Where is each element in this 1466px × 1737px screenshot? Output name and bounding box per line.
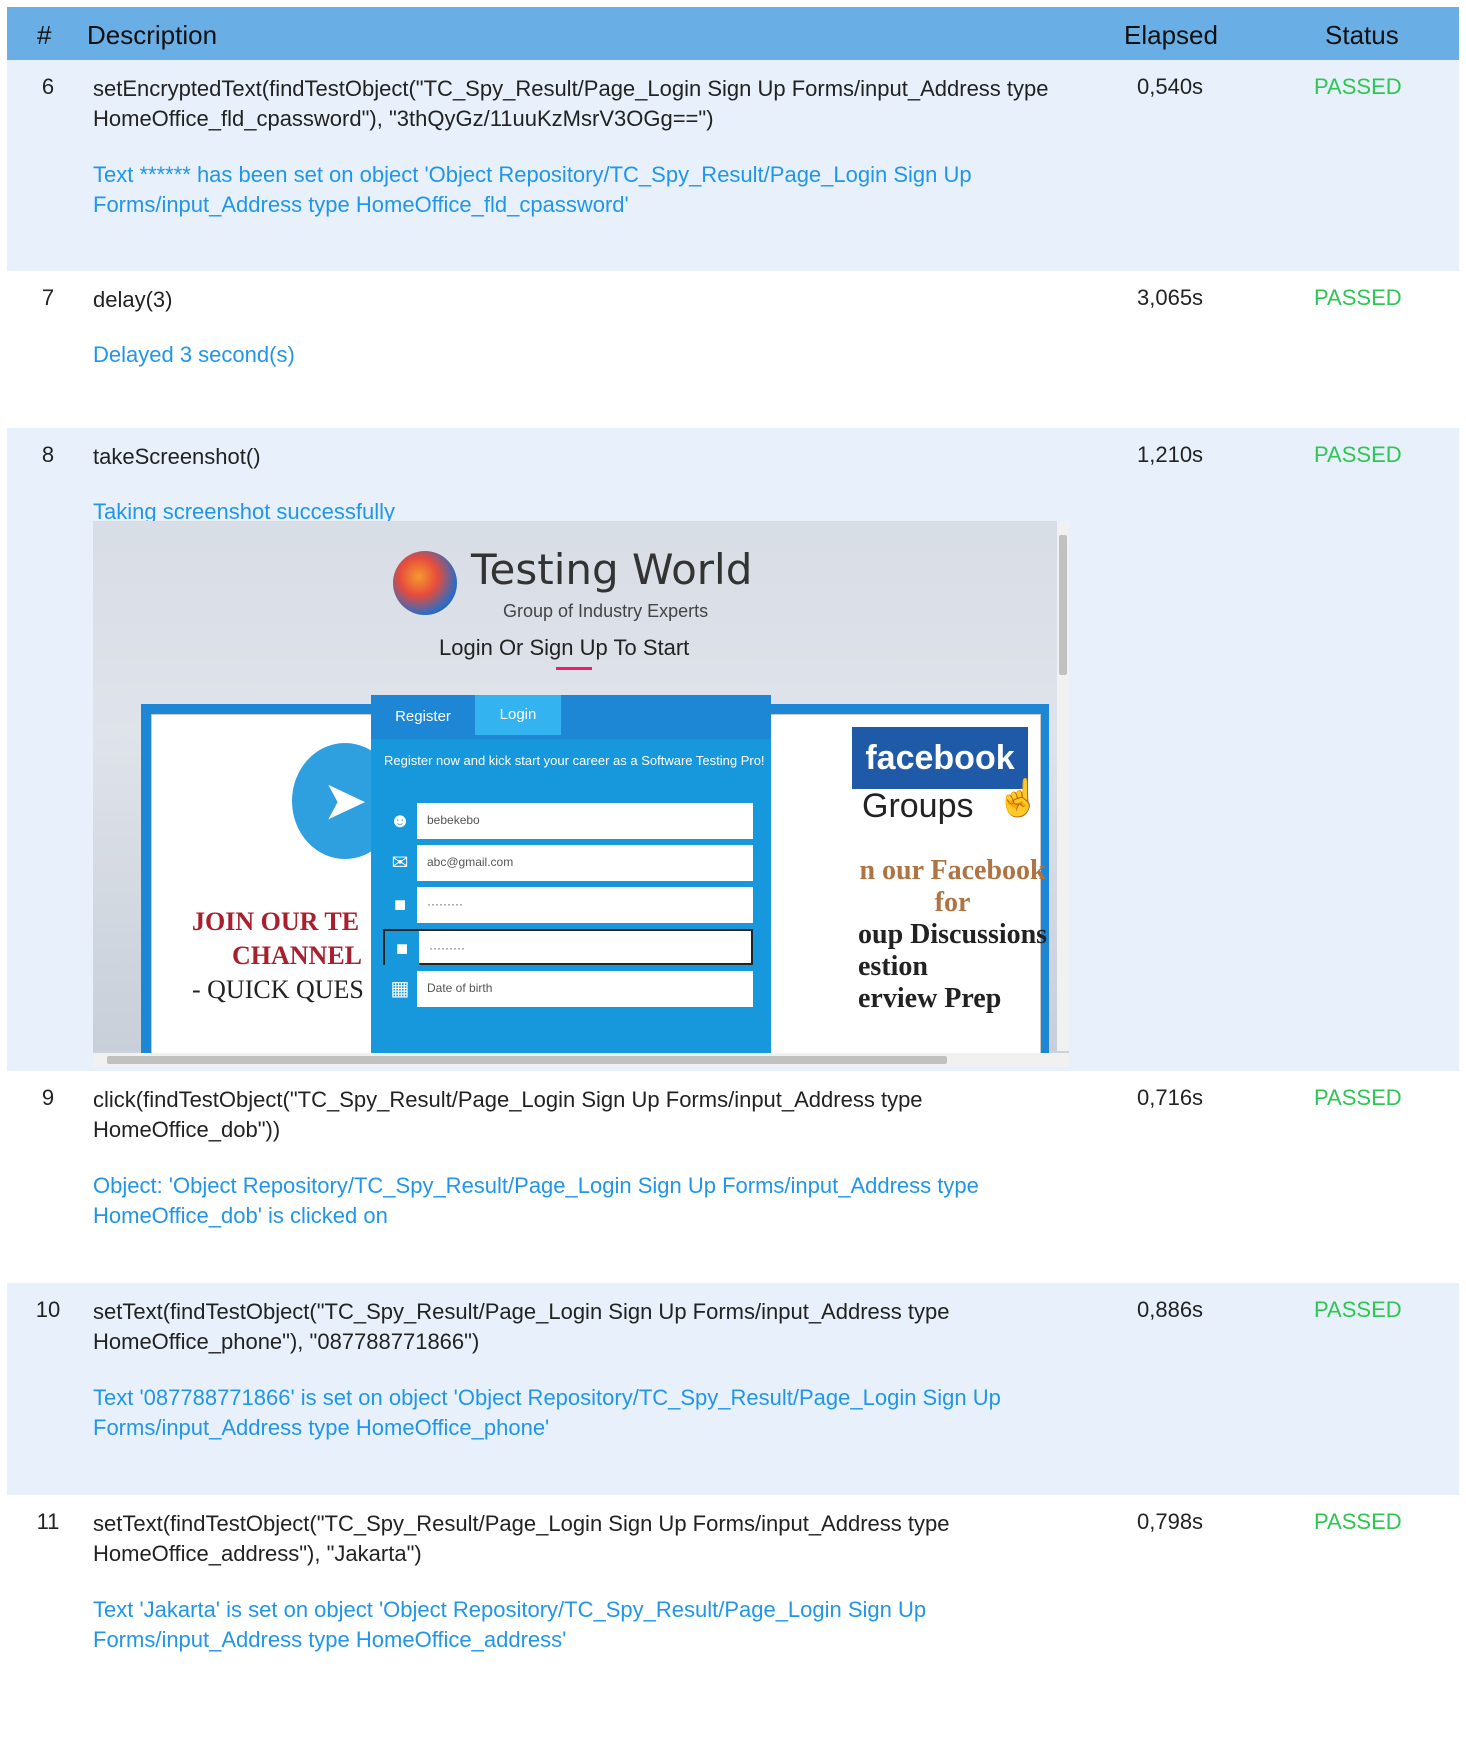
table-row: 6 setEncryptedText(findTestObject("TC_Sp… (7, 60, 1459, 271)
header-num: # (37, 20, 52, 50)
lock-icon: ■ (383, 887, 417, 923)
horizontal-scrollbar (93, 1053, 1069, 1067)
step-number: 10 (35, 1297, 61, 1322)
header-description: Description (87, 20, 218, 50)
facebook-card: facebook Groups ☝ n our Facebook for oup… (759, 704, 1049, 1064)
vertical-scrollbar (1057, 521, 1069, 1051)
step-message: Text 'Jakarta' is set on object 'Object … (93, 1597, 927, 1652)
step-number: 6 (41, 74, 55, 99)
confirm-password-field: ■ ········· (383, 929, 753, 967)
envelope-icon: ✉ (383, 845, 417, 881)
step-status: PASSED (1314, 1509, 1402, 1534)
table-row: 9 click(findTestObject("TC_Spy_Result/Pa… (7, 1071, 1459, 1283)
facebook-text: n our Facebook for oup Discussions estio… (858, 855, 1047, 1015)
telegram-card: ➤ JOIN OUR TE CHANNEL - QUICK QUES (141, 704, 401, 1064)
register-panel: Register Login Register now and kick sta… (371, 695, 771, 1057)
step-number: 7 (41, 285, 55, 310)
step-elapsed: 0,716s (1137, 1085, 1204, 1110)
step-elapsed: 0,886s (1137, 1297, 1204, 1322)
hand-pointer-icon: ☝ (996, 777, 1041, 818)
screenshot-image: Testing World Group of Industry Experts … (93, 521, 1069, 1067)
step-status: PASSED (1314, 285, 1402, 310)
register-note: Register now and kick start your career … (384, 753, 765, 768)
name-field: ☻ bebekebo (383, 803, 753, 839)
password-field: ■ ········· (383, 887, 753, 923)
test-steps-table: # Description Elapsed Status 6 setEncryp… (7, 7, 1459, 1690)
facebook-line-3: oup Discussions (858, 919, 1048, 950)
telegram-line-2: CHANNEL (232, 941, 363, 970)
step-description: delay(3) (93, 287, 173, 312)
facebook-line-4: estion (858, 951, 928, 982)
table-row: 7 delay(3) 3,065s PASSED Delayed 3 secon… (7, 271, 1459, 428)
dob-field: ▦ Date of birth (383, 971, 753, 1007)
globe-logo-icon (393, 551, 457, 615)
logo-title: Testing World (471, 545, 753, 594)
tab-login: Login (475, 695, 561, 735)
step-status: PASSED (1314, 442, 1402, 467)
table-row: 11 setText(findTestObject("TC_Spy_Result… (7, 1495, 1459, 1690)
step-description: click(findTestObject("TC_Spy_Result/Page… (93, 1087, 923, 1142)
step-message: Text '087788771866' is set on object 'Ob… (93, 1385, 1001, 1440)
step-description: setEncryptedText(findTestObject("TC_Spy_… (93, 76, 1049, 131)
header-status: Status (1325, 20, 1399, 50)
step-status: PASSED (1314, 74, 1402, 99)
tab-register: Register (395, 708, 451, 725)
step-elapsed: 3,065s (1137, 285, 1204, 310)
telegram-join-text: JOIN OUR TE CHANNEL (192, 905, 362, 973)
step-elapsed: 1,210s (1137, 442, 1204, 467)
step-elapsed: 0,540s (1137, 74, 1204, 99)
header-elapsed: Elapsed (1124, 20, 1218, 50)
step-number: 11 (36, 1509, 60, 1534)
step-message: Text ****** has been set on object 'Obje… (93, 162, 972, 217)
step-elapsed: 0,798s (1137, 1509, 1204, 1534)
facebook-line-1: n our Facebook (859, 855, 1046, 886)
step-status: PASSED (1314, 1085, 1402, 1110)
step-number: 8 (41, 442, 55, 467)
step-message: Object: 'Object Repository/TC_Spy_Result… (93, 1173, 979, 1228)
step-number: 9 (41, 1085, 55, 1110)
logo-subtitle: Group of Industry Experts (503, 601, 709, 621)
calendar-icon: ▦ (383, 971, 417, 1007)
table-row: 8 takeScreenshot() 1,210s PASSED Taking … (7, 428, 1459, 1071)
facebook-line-5: erview Prep (858, 983, 1002, 1014)
table-row: 10 setText(findTestObject("TC_Spy_Result… (7, 1283, 1459, 1495)
step-message: Delayed 3 second(s) (93, 342, 295, 367)
lock-icon: ■ (385, 931, 419, 967)
facebook-line-2: for (934, 887, 971, 918)
facebook-groups-label: Groups (862, 787, 974, 825)
step-description: setText(findTestObject("TC_Spy_Result/Pa… (93, 1511, 950, 1566)
table-header: # Description Elapsed Status (7, 7, 1459, 60)
step-description: setText(findTestObject("TC_Spy_Result/Pa… (93, 1299, 950, 1354)
step-status: PASSED (1314, 1297, 1402, 1322)
user-icon: ☻ (383, 803, 417, 839)
login-heading: Login Or Sign Up To Start (439, 635, 690, 660)
step-description: takeScreenshot() (93, 444, 261, 469)
telegram-quick-text: - QUICK QUES (192, 975, 364, 1004)
heading-underline (556, 667, 592, 670)
email-field: ✉ abc@gmail.com (383, 845, 753, 881)
telegram-line-1: JOIN OUR TE (192, 907, 360, 936)
